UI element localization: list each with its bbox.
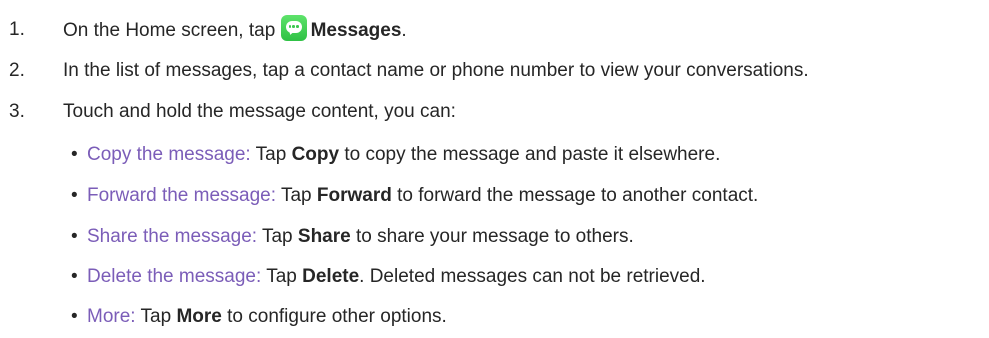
bullet-icon: • [71, 226, 78, 247]
bullet-pre: Tap [257, 226, 298, 247]
bullet-post: to copy the message and paste it elsewhe… [339, 144, 721, 165]
bullet-term: More: [87, 306, 136, 327]
bullet-text: More: Tap More to configure other option… [87, 302, 447, 332]
bullet-text: Forward the message: Tap Forward to forw… [87, 181, 758, 211]
bullet-text: Delete the message: Tap Delete. Deleted … [87, 262, 706, 292]
bullet-action: More [176, 306, 222, 327]
bullet-icon: • [71, 144, 78, 165]
step-number: 1. [9, 19, 25, 40]
bullet-post: . Deleted messages can not be retrieved. [359, 266, 706, 287]
bullet-pre: Tap [261, 266, 303, 287]
bullet-icon: • [71, 306, 78, 327]
step-text-before: On the Home screen, tap [63, 20, 276, 41]
bullet-action: Forward [316, 185, 392, 206]
step-text-after: . [401, 20, 407, 41]
step-number: 3. [9, 101, 25, 122]
bullet-post: to forward the message to another contac… [391, 185, 759, 206]
bullet-pre: Tap [276, 185, 317, 206]
bullet-post: to share your message to others. [350, 226, 634, 247]
bullet-term: Forward the message: [87, 185, 277, 206]
step-text: Touch and hold the message content, you … [63, 101, 456, 122]
bullet-pre: Tap [135, 306, 177, 327]
bullet-term: Share the message: [87, 226, 258, 247]
bullet-post: to configure other options. [221, 306, 447, 327]
app-name: Messages [310, 20, 402, 41]
bullet-icon: • [71, 266, 78, 287]
step-text: On the Home screen, tap Messages. [63, 15, 407, 46]
bullet-icon: • [71, 185, 78, 206]
bullet-pre: Tap [250, 144, 292, 165]
step-number: 2. [9, 60, 25, 81]
bullet-text: Share the message: Tap Share to share yo… [87, 222, 634, 252]
bullet-text: Copy the message: Tap Copy to copy the m… [87, 140, 720, 170]
bullet-term: Delete the message: [87, 266, 262, 287]
step-text: In the list of messages, tap a contact n… [63, 60, 809, 81]
bullet-action: Share [297, 226, 351, 247]
bullet-term: Copy the message: [87, 144, 251, 165]
instruction-document: 1. On the Home screen, tap Messages. 2. … [0, 0, 989, 338]
bullet-action: Delete [302, 266, 360, 287]
messages-app-icon [280, 15, 307, 41]
bullet-action: Copy [291, 144, 340, 165]
